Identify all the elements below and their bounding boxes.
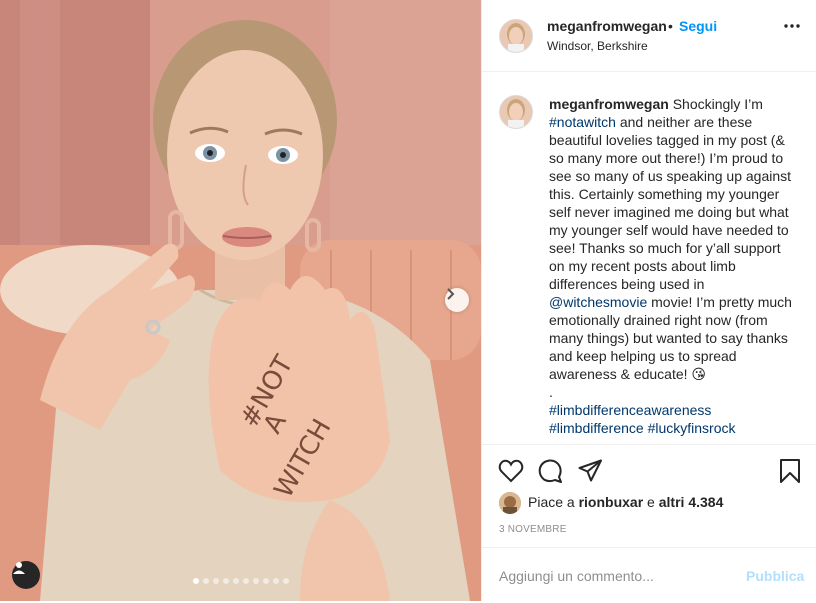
likes-middle: e — [643, 494, 659, 510]
comment-bar: Aggiungi un commento... Pubblica — [482, 547, 816, 603]
liker-avatar[interactable] — [499, 492, 521, 514]
user-tag-icon — [13, 562, 25, 574]
caption-text: Shockingly I’m — [668, 96, 763, 112]
post-location[interactable]: Windsor, Berkshire — [547, 39, 648, 53]
carousel-dot — [202, 578, 209, 584]
follow-separator: • — [668, 18, 673, 34]
caption-area: meganfromwegan Shockingly I’m #notawitch… — [482, 72, 816, 444]
carousel-dot — [232, 578, 239, 584]
more-icon[interactable] — [784, 24, 800, 28]
share-icon[interactable] — [578, 459, 603, 483]
carousel-dot — [262, 578, 269, 584]
post-header: meganfromwegan • Segui Windsor, Berkshir… — [482, 0, 816, 72]
save-icon[interactable] — [779, 459, 801, 483]
carousel-dot — [212, 578, 219, 584]
liker-username[interactable]: rionbuxar — [579, 494, 644, 510]
heart-icon[interactable] — [498, 459, 524, 483]
carousel-dot — [192, 578, 199, 584]
post-date[interactable]: 3 NOVEMBRE — [499, 524, 567, 535]
carousel-dot — [282, 578, 289, 584]
hashtag-link[interactable]: #luckyfinsrock — [648, 420, 736, 436]
carousel-dot — [252, 578, 259, 584]
next-arrow-icon — [447, 288, 455, 300]
hashtag-link[interactable]: #limbdifferenceawareness — [549, 402, 711, 418]
carousel-dot — [242, 578, 249, 584]
follow-button[interactable]: Segui — [679, 18, 717, 34]
post-actions: Piace a rionbuxar e altri 4.384 3 NOVEMB… — [482, 444, 816, 602]
caption-dot: . — [549, 384, 553, 400]
carousel-indicator — [0, 578, 481, 584]
hashtag-link[interactable]: #notawitch — [549, 114, 616, 130]
avatar[interactable] — [499, 19, 533, 53]
carousel-dot — [272, 578, 279, 584]
avatar[interactable] — [499, 95, 533, 129]
hashtag-link[interactable]: #limbdifference — [549, 420, 644, 436]
carousel-dot — [222, 578, 229, 584]
emoji: 😘 — [691, 366, 707, 382]
publish-button[interactable]: Pubblica — [746, 568, 804, 584]
avatar-image — [500, 96, 532, 128]
likes-count[interactable]: altri 4.384 — [659, 494, 724, 510]
likes-prefix: Piace a — [528, 494, 579, 510]
caption-text: and neither are these beautiful lovelies… — [549, 114, 792, 292]
post-author-username[interactable]: meganfromwegan — [547, 18, 667, 34]
comment-icon[interactable] — [538, 459, 563, 484]
caption-username[interactable]: meganfromwegan — [549, 96, 669, 112]
user-tag-button[interactable] — [12, 561, 40, 589]
liker-avatar-image — [499, 492, 521, 514]
post-side-panel: meganfromwegan • Segui Windsor, Berkshir… — [481, 0, 816, 601]
next-slide-button[interactable] — [445, 288, 469, 312]
comment-input[interactable]: Aggiungi un commento... — [499, 568, 654, 584]
avatar-image — [500, 20, 532, 52]
photo-illustration: #NOT A WITCH — [0, 0, 481, 601]
likes-summary: Piace a rionbuxar e altri 4.384 — [528, 494, 723, 510]
post-photo[interactable]: #NOT A WITCH — [0, 0, 481, 601]
mention-link[interactable]: @witchesmovie — [549, 294, 647, 310]
post-caption: meganfromwegan Shockingly I’m #notawitch… — [549, 95, 793, 437]
